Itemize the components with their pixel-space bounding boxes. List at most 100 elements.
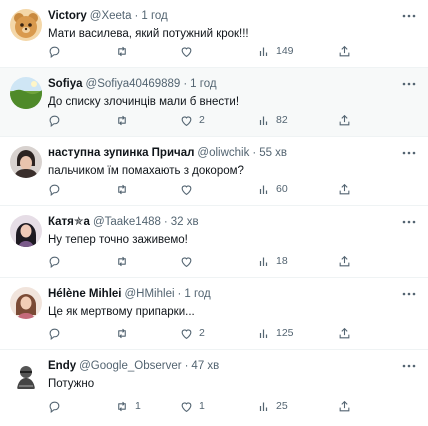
- user-handle[interactable]: @Xeeta: [90, 9, 132, 24]
- user-handle[interactable]: @Sofiya40469889: [86, 77, 181, 92]
- tweet[interactable]: Victory @Xeeta · 1 год Мати василева, як…: [0, 0, 428, 68]
- reply-button[interactable]: [48, 44, 61, 58]
- like-button[interactable]: 2: [180, 113, 205, 127]
- views-icon: [259, 185, 268, 194]
- like-icon: [181, 46, 192, 57]
- separator-dot: ·: [184, 360, 189, 372]
- views-icon: [259, 116, 268, 125]
- more-icon[interactable]: [402, 9, 416, 23]
- reply-icon: [49, 256, 60, 268]
- tweet-text: Ну тепер точно заживемо!: [48, 234, 188, 246]
- action-bar: 60: [48, 182, 416, 196]
- views-count: 82: [276, 114, 288, 126]
- views-count: 125: [276, 327, 294, 339]
- views-button[interactable]: 149: [258, 44, 294, 58]
- like-icon: [181, 256, 192, 267]
- tweet-text: пальчиком їм помахають з докором?: [48, 165, 244, 177]
- retweet-button[interactable]: [115, 254, 135, 268]
- display-name[interactable]: Endy: [48, 359, 76, 374]
- share-button[interactable]: [338, 399, 351, 413]
- display-name[interactable]: наступна зупинка Причал: [48, 146, 194, 161]
- reply-button[interactable]: [48, 326, 61, 340]
- display-name[interactable]: Victory: [48, 9, 87, 24]
- more-icon[interactable]: [402, 359, 416, 373]
- tweet[interactable]: Endy @Google_Observer · 47 хв Потужно 1 …: [0, 350, 428, 426]
- like-button[interactable]: 1: [180, 399, 205, 413]
- like-icon: [181, 184, 192, 195]
- retweet-count: 1: [135, 400, 141, 412]
- action-bar: 2 82: [48, 113, 416, 127]
- avatar[interactable]: [10, 215, 42, 247]
- views-button[interactable]: 125: [258, 326, 294, 340]
- separator-dot: ·: [183, 78, 188, 90]
- more-icon[interactable]: [402, 287, 416, 301]
- user-handle[interactable]: @HMihlei: [125, 287, 175, 302]
- retweet-button[interactable]: 1: [115, 399, 141, 413]
- share-button[interactable]: [338, 44, 351, 58]
- user-handle[interactable]: @oliwchik: [197, 146, 249, 161]
- retweet-button[interactable]: [115, 326, 135, 340]
- timestamp[interactable]: 55 хв: [259, 146, 287, 161]
- avatar[interactable]: [10, 287, 42, 319]
- retweet-icon: [118, 115, 126, 125]
- share-button[interactable]: [338, 326, 351, 340]
- tweet-header: Sofiya @Sofiya40469889 · 1 год: [48, 77, 398, 92]
- action-bar: 18: [48, 254, 416, 268]
- more-icon[interactable]: [402, 77, 416, 91]
- retweet-button[interactable]: [115, 182, 135, 196]
- like-button[interactable]: 2: [180, 326, 205, 340]
- reply-icon: [49, 184, 60, 196]
- tweet-header: Катя✯а @Taake1488 · 32 хв: [48, 215, 398, 230]
- reply-button[interactable]: [48, 182, 61, 196]
- like-count: 2: [199, 114, 205, 126]
- reply-icon: [49, 401, 60, 413]
- like-icon: [181, 401, 192, 412]
- timestamp[interactable]: 47 хв: [191, 359, 219, 374]
- timestamp[interactable]: 32 хв: [171, 215, 199, 230]
- share-icon: [339, 327, 350, 338]
- retweet-button[interactable]: [115, 44, 135, 58]
- tweet[interactable]: Sofiya @Sofiya40469889 · 1 год До списку…: [0, 68, 428, 137]
- avatar[interactable]: [10, 9, 42, 41]
- share-icon: [339, 183, 350, 194]
- display-name[interactable]: Sofiya: [48, 77, 83, 92]
- reply-button[interactable]: [48, 254, 61, 268]
- like-button[interactable]: [180, 44, 199, 58]
- reply-icon: [49, 46, 60, 58]
- retweet-icon: [118, 401, 126, 411]
- avatar[interactable]: [10, 146, 42, 178]
- views-button[interactable]: 82: [258, 113, 288, 127]
- display-name[interactable]: Hélène Mihlei: [48, 287, 122, 302]
- like-button[interactable]: [180, 254, 199, 268]
- retweet-icon: [118, 328, 126, 338]
- share-button[interactable]: [338, 113, 351, 127]
- tweet-text: Це як мертвому припарки...: [48, 306, 195, 318]
- avatar[interactable]: [10, 359, 42, 391]
- views-button[interactable]: 60: [258, 182, 288, 196]
- user-handle[interactable]: @Taake1488: [93, 215, 161, 230]
- timestamp[interactable]: 1 год: [141, 9, 167, 24]
- display-name[interactable]: Катя✯а: [48, 215, 90, 230]
- tweet[interactable]: Катя✯а @Taake1488 · 32 хв Ну тепер точно…: [0, 206, 428, 278]
- like-button[interactable]: [180, 182, 199, 196]
- avatar[interactable]: [10, 77, 42, 109]
- more-icon[interactable]: [402, 215, 416, 229]
- reply-button[interactable]: [48, 113, 61, 127]
- retweet-button[interactable]: [115, 113, 135, 127]
- tweet[interactable]: Hélène Mihlei @HMihlei · 1 год Це як мер…: [0, 278, 428, 350]
- user-handle[interactable]: @Google_Observer: [79, 359, 181, 374]
- views-button[interactable]: 25: [258, 399, 288, 413]
- share-icon: [339, 255, 350, 266]
- tweet[interactable]: наступна зупинка Причал @oliwchik · 55 х…: [0, 137, 428, 206]
- views-button[interactable]: 18: [258, 254, 288, 268]
- share-icon: [339, 45, 350, 56]
- timestamp[interactable]: 1 год: [184, 287, 210, 302]
- tweet-text: До списку злочинців мали б внести!: [48, 96, 240, 108]
- timestamp[interactable]: 1 год: [190, 77, 216, 92]
- more-icon[interactable]: [402, 146, 416, 160]
- reply-button[interactable]: [48, 399, 61, 413]
- share-button[interactable]: [338, 254, 351, 268]
- share-button[interactable]: [338, 182, 351, 196]
- views-count: 25: [276, 400, 288, 412]
- like-count: 1: [199, 400, 205, 412]
